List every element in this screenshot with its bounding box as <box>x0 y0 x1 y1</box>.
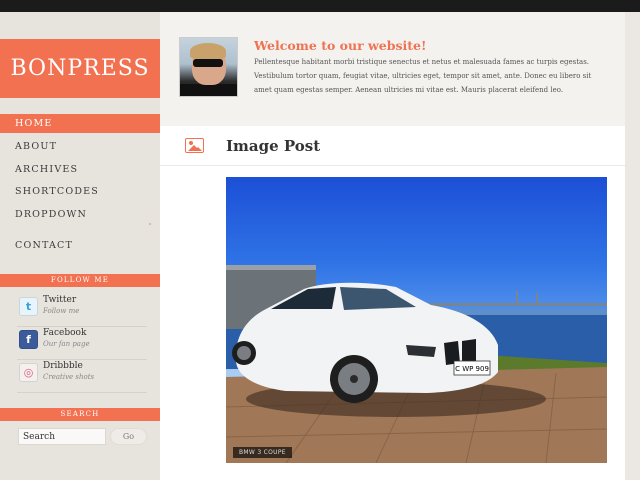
welcome-title: Welcome to our website! <box>254 38 427 53</box>
top-bar <box>0 0 640 12</box>
image-caption: BMW 3 COUPE <box>233 447 292 458</box>
sidebar: BONPRESS HOME ABOUT ARCHIVES SHORTCODES … <box>0 12 160 480</box>
author-avatar <box>179 37 238 97</box>
page: BONPRESS HOME ABOUT ARCHIVES SHORTCODES … <box>0 12 640 480</box>
welcome-text: Pellentesque habitant morbi tristique se… <box>254 58 592 94</box>
search-input[interactable] <box>18 428 106 445</box>
license-plate: C WP 909 <box>455 365 489 373</box>
social-subtitle: Our fan page <box>43 340 90 348</box>
social-subtitle: Creative shots <box>43 373 95 381</box>
nav-item-shortcodes[interactable]: SHORTCODES <box>0 181 160 204</box>
nav-item-contact[interactable]: CONTACT <box>0 235 160 258</box>
social-name: Dribbble <box>43 361 83 371</box>
main-nav: HOME ABOUT ARCHIVES SHORTCODES DROPDOWN … <box>0 114 160 258</box>
social-name: Facebook <box>43 328 87 338</box>
image-post: Image Post C WP 909 BMW 3 COUPE <box>160 126 625 480</box>
social-name: Twitter <box>43 295 77 305</box>
image-icon <box>185 138 204 153</box>
post-title[interactable]: Image Post <box>226 137 320 155</box>
post-header: Image Post <box>160 126 625 166</box>
welcome-section: Welcome to our website! Pellentesque hab… <box>160 12 625 126</box>
social-link-dribbble[interactable]: ◎ Dribbble Creative shots <box>17 360 147 393</box>
right-edge <box>625 12 640 480</box>
site-logo[interactable]: BONPRESS <box>0 39 160 98</box>
car-photo: C WP 909 <box>226 265 607 463</box>
twitter-icon: t <box>19 297 38 316</box>
social-subtitle: Follow me <box>43 307 80 315</box>
facebook-icon: f <box>19 330 38 349</box>
dribbble-icon: ◎ <box>19 363 38 382</box>
post-image[interactable]: C WP 909 BMW 3 COUPE <box>226 177 607 463</box>
nav-item-archives[interactable]: ARCHIVES <box>0 159 160 182</box>
social-link-facebook[interactable]: f Facebook Our fan page <box>17 327 147 360</box>
search-go-button[interactable]: Go <box>110 428 147 445</box>
social-link-twitter[interactable]: t Twitter Follow me <box>17 294 147 327</box>
search-heading: SEARCH <box>0 408 160 421</box>
dropdown-indicator <box>149 223 151 225</box>
nav-item-home[interactable]: HOME <box>0 114 160 133</box>
nav-item-dropdown[interactable]: DROPDOWN <box>0 204 160 227</box>
follow-heading: FOLLOW ME <box>0 274 160 287</box>
nav-item-about[interactable]: ABOUT <box>0 136 160 159</box>
